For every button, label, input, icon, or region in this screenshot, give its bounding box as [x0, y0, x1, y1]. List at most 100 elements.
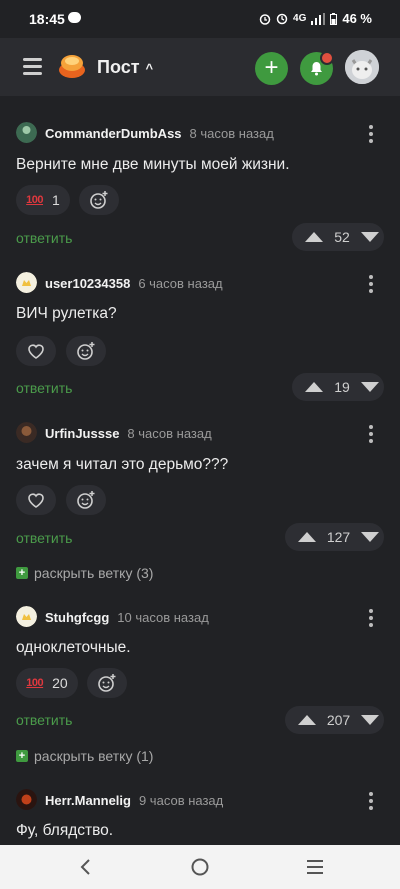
add-reaction-button[interactable] [87, 668, 127, 698]
hundred-points-icon: 100 [26, 677, 44, 689]
status-time: 18:45 [29, 11, 65, 27]
status-bar: 18:45 4G 46 % [0, 0, 400, 38]
downvote-icon[interactable] [356, 706, 384, 734]
recents-icon[interactable] [305, 857, 325, 877]
app-header: Пост ^ + [0, 38, 400, 96]
comment: CommanderDumbAss 8 часов назад Верните мн… [0, 96, 400, 256]
battery-icon [330, 12, 338, 25]
add-reaction-button[interactable] [79, 185, 119, 215]
vote-control: 52 [292, 223, 384, 251]
comment-text: зачем я читал это дерьмо??? [16, 456, 229, 473]
comment-text: Фу, блядство. [16, 822, 114, 839]
expand-thread-label: раскрыть ветку (3) [34, 565, 154, 581]
signal-icon [311, 12, 326, 25]
comment-author[interactable]: Stuhgfcgg 10 часов назад [45, 610, 209, 625]
reply-link[interactable]: ответить [16, 712, 72, 728]
expand-thread-link[interactable]: + раскрыть ветку (1) [16, 748, 153, 764]
reaction-chip[interactable]: 100 1 [16, 185, 70, 215]
downvote-icon[interactable] [356, 523, 384, 551]
heart-icon [28, 493, 44, 508]
reaction-chip[interactable]: 100 20 [16, 668, 78, 698]
username[interactable]: UrfinJussse [45, 426, 119, 441]
system-nav-bar [0, 845, 400, 889]
more-options-icon[interactable] [369, 125, 373, 146]
expand-thread-label: раскрыть ветку (1) [34, 748, 154, 764]
more-options-icon[interactable] [369, 609, 373, 630]
page-title-text: Пост [97, 57, 140, 77]
comment: UrfinJussse 8 часов назад зачем я читал э… [0, 406, 400, 590]
upvote-icon[interactable] [293, 706, 321, 734]
heart-icon [28, 344, 44, 359]
add-emoji-icon [77, 342, 95, 360]
comment-text: одноклеточные. [16, 639, 131, 656]
sync-icon [276, 13, 288, 24]
comment-text: ВИЧ рулетка? [16, 305, 117, 322]
pikabu-logo [59, 55, 85, 78]
comment-author[interactable]: Herr.Mannelig 9 часов назад [45, 793, 223, 808]
rating-count: 127 [326, 529, 351, 545]
comment-author[interactable]: UrfinJussse 8 часов назад [45, 426, 212, 441]
comment-time: 10 часов назад [117, 610, 209, 625]
more-options-icon[interactable] [369, 275, 373, 296]
page-title[interactable]: Пост ^ [97, 57, 153, 78]
comment: user10234358 6 часов назад ВИЧ рулетка? о… [0, 256, 400, 406]
username[interactable]: Stuhgfcgg [45, 610, 109, 625]
chevron-up-icon: ^ [145, 61, 154, 76]
hundred-points-icon: 100 [26, 194, 44, 206]
network-type: 4G [293, 13, 307, 24]
reply-link[interactable]: ответить [16, 530, 72, 546]
cat-avatar-icon [345, 50, 379, 84]
username[interactable]: Herr.Mannelig [45, 793, 131, 808]
reaction-count: 20 [52, 675, 68, 691]
add-emoji-icon [77, 491, 95, 509]
like-button[interactable] [16, 336, 56, 366]
alarm-icon [259, 13, 271, 25]
reaction-count: 1 [52, 192, 60, 208]
menu-icon[interactable] [23, 58, 42, 75]
upvote-icon[interactable] [300, 223, 328, 251]
home-icon[interactable] [190, 857, 210, 877]
message-notification-icon [68, 12, 81, 23]
downvote-icon[interactable] [356, 223, 384, 251]
downvote-icon[interactable] [356, 373, 384, 401]
user-avatar[interactable] [345, 50, 379, 84]
add-emoji-icon [98, 674, 116, 692]
more-options-icon[interactable] [369, 792, 373, 813]
battery-level: 46 % [342, 11, 372, 26]
comment-time: 6 часов назад [138, 276, 223, 291]
comment-time: 9 часов назад [138, 793, 224, 808]
user-avatar[interactable] [16, 422, 37, 443]
plus-icon: + [16, 567, 28, 579]
comment-time: 8 часов назад [189, 126, 274, 141]
upvote-icon[interactable] [300, 373, 328, 401]
comment-time: 8 часов назад [127, 426, 212, 441]
back-icon[interactable] [76, 857, 96, 877]
notifications-button[interactable] [300, 51, 334, 85]
rating-count: 52 [334, 229, 350, 245]
add-reaction-button[interactable] [66, 485, 106, 515]
reply-link[interactable]: ответить [16, 380, 72, 396]
add-emoji-icon [90, 191, 108, 209]
upvote-icon[interactable] [293, 523, 321, 551]
comment-author[interactable]: CommanderDumbAss 8 часов назад [45, 126, 274, 141]
expand-thread-link[interactable]: + раскрыть ветку (3) [16, 565, 153, 581]
user-avatar[interactable] [16, 606, 37, 627]
rating-count: 19 [334, 379, 350, 395]
username[interactable]: CommanderDumbAss [45, 126, 182, 141]
user-avatar[interactable] [16, 272, 37, 293]
like-button[interactable] [16, 485, 56, 515]
username[interactable]: user10234358 [45, 276, 130, 291]
user-avatar[interactable] [16, 122, 37, 143]
user-avatar[interactable] [16, 789, 37, 810]
comment-text: Верните мне две минуты моей жизни. [16, 156, 290, 173]
vote-control: 127 [285, 523, 384, 551]
comment-author[interactable]: user10234358 6 часов назад [45, 276, 223, 291]
status-icons: 4G 46 % [259, 11, 372, 26]
add-reaction-button[interactable] [66, 336, 106, 366]
comment: Herr.Mannelig 9 часов назад Фу, блядство. [0, 774, 400, 845]
add-post-button[interactable]: + [255, 52, 288, 85]
more-options-icon[interactable] [369, 425, 373, 446]
vote-control: 19 [292, 373, 384, 401]
rating-count: 207 [326, 712, 351, 728]
reply-link[interactable]: ответить [16, 230, 72, 246]
